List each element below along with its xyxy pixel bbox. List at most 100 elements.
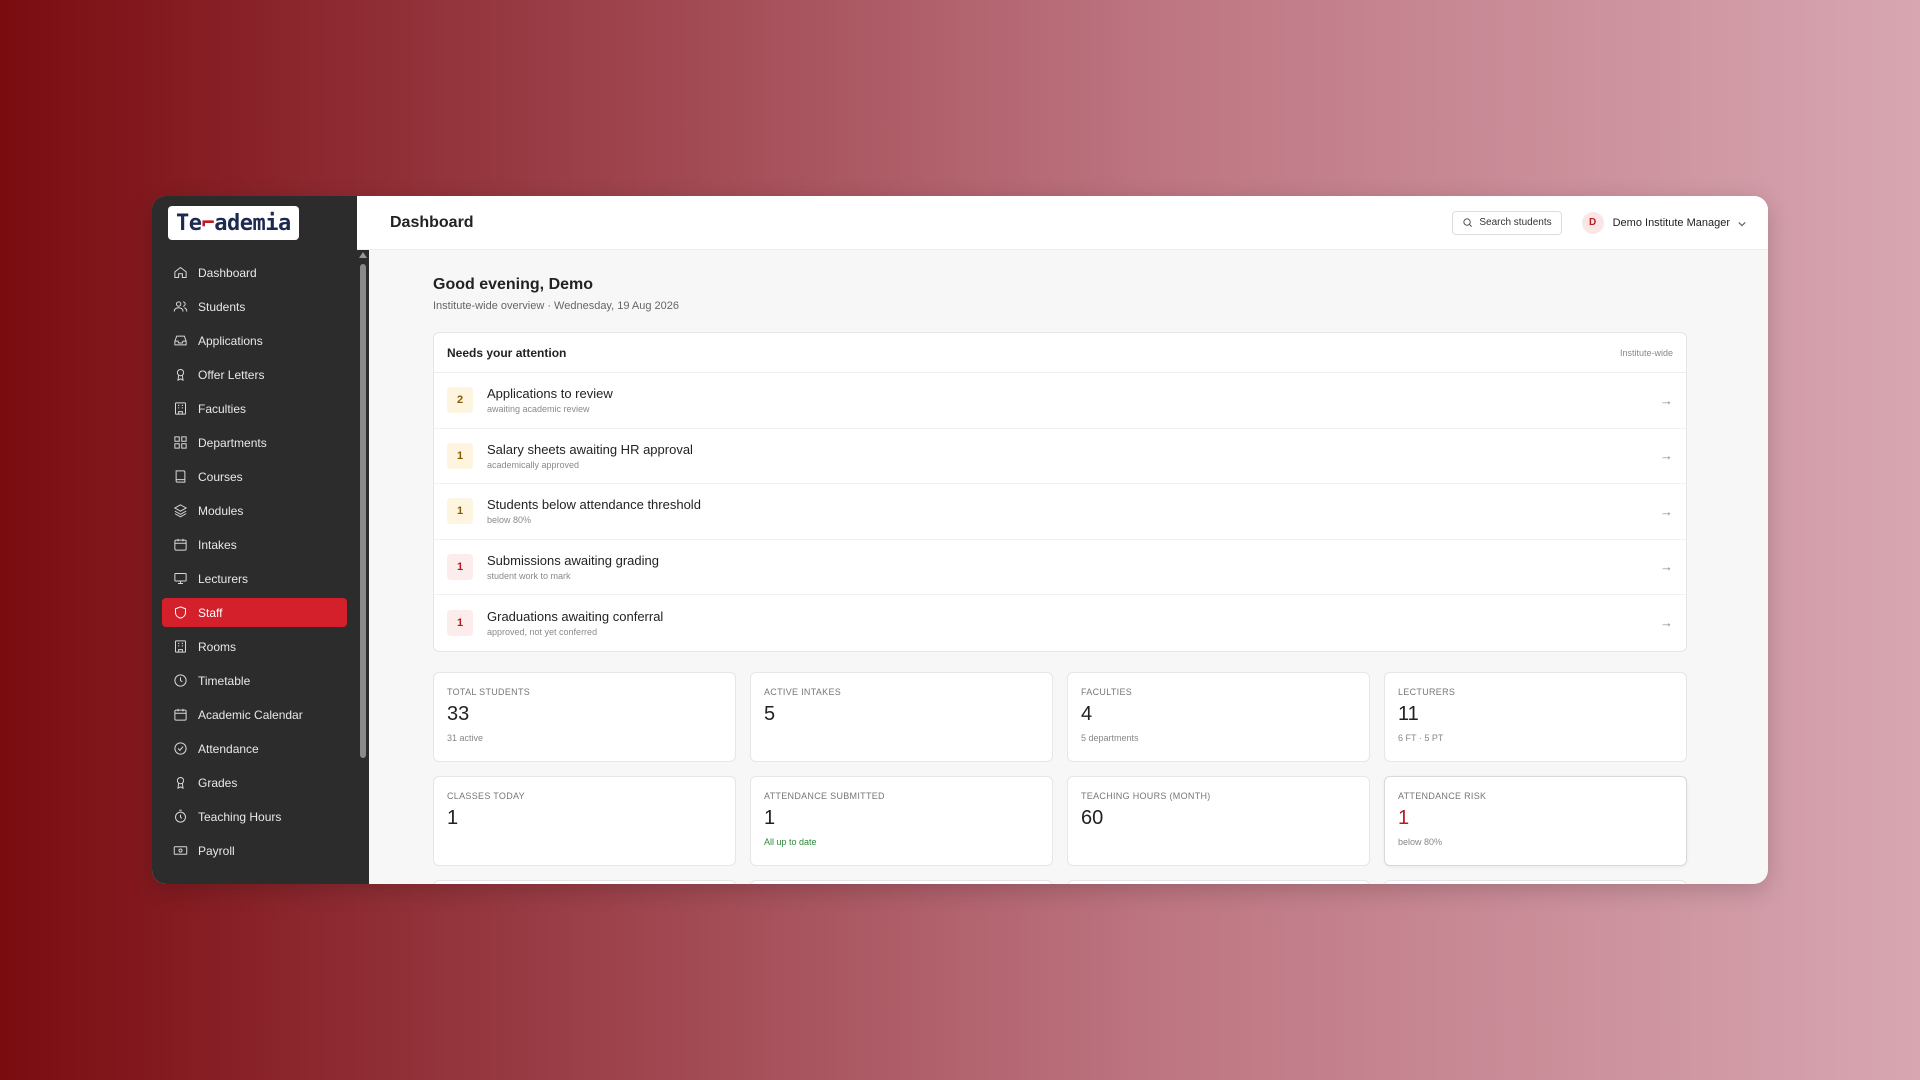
attention-text: Applications to review awaiting academic … — [487, 386, 1660, 414]
logo-text-end: ademia — [214, 210, 291, 236]
attention-item[interactable]: 1 Students below attendance threshold belo… — [434, 484, 1686, 540]
stat-value: 1 — [447, 806, 459, 829]
sidebar-item-courses[interactable]: Courses — [162, 462, 347, 491]
sidebar-item-academic-calendar[interactable]: Academic Calendar — [162, 700, 347, 729]
sidebar-item-label: Teaching Hours — [198, 809, 282, 824]
attention-label: Salary sheets awaiting HR approval — [487, 441, 693, 457]
sidebar-item-timetable[interactable]: Timetable — [162, 666, 347, 695]
sidebar-item-teaching-hours[interactable]: Teaching Hours — [162, 802, 347, 831]
count-badge: 2 — [447, 387, 473, 414]
attention-sublabel: awaiting academic review — [487, 404, 590, 415]
sidebar-item-label: Intakes — [198, 537, 237, 552]
award-icon — [172, 367, 188, 383]
sidebar-item-departments[interactable]: Departments — [162, 428, 347, 457]
attention-item[interactable]: 1 Submissions awaiting grading student wor… — [434, 540, 1686, 595]
arrow-right-icon[interactable]: → — [1660, 393, 1673, 408]
attention-item[interactable]: 1 Salary sheets awaiting HR approval acade… — [434, 429, 1686, 484]
sidebar-item-modules[interactable]: Modules — [162, 496, 347, 525]
stat-card-lecturers[interactable]: LECTURERS 11 6 FT · 5 PT — [1384, 671, 1687, 762]
app-logo[interactable]: Te ⌐ ademia — [168, 206, 299, 240]
sidebar-item-label: Attendance — [198, 741, 259, 756]
cash-icon — [172, 843, 188, 859]
sidebar-item-payroll[interactable]: Payroll — [162, 836, 347, 865]
stat-value: 4 — [1081, 702, 1093, 725]
sidebar-item-applications[interactable]: Applications — [162, 326, 347, 355]
sidebar-item-students[interactable]: Students — [162, 292, 347, 321]
stat-label: CLASSES TODAY — [447, 790, 525, 801]
attention-header: Needs your attention Institute-wide — [434, 333, 1686, 373]
sidebar-item-label: Grades — [198, 775, 238, 790]
sidebar-item-lecturers[interactable]: Lecturers — [162, 564, 347, 593]
dashboard-content: Good evening, Demo Institute-wide overvi… — [357, 250, 1768, 884]
arrow-right-icon[interactable]: → — [1660, 615, 1673, 630]
sidebar-item-attendance[interactable]: Attendance — [162, 734, 347, 763]
stat-value: 11 — [1398, 702, 1419, 725]
shield-icon — [172, 605, 188, 621]
home-icon — [172, 265, 188, 281]
sidebar-item-faculties[interactable]: Faculties — [162, 394, 347, 423]
stat-card-total-students[interactable]: TOTAL STUDENTS 33 31 active — [433, 671, 736, 762]
stat-label: ATTENDANCE SUBMITTED — [764, 790, 885, 801]
attention-sublabel: student work to mark — [487, 570, 571, 581]
main-area: Dashboard Search students D Demo Institu… — [357, 196, 1768, 884]
stat-card-active-intakes[interactable]: ACTIVE INTAKES 5 — [750, 671, 1053, 762]
stat-sublabel: 31 active — [447, 732, 484, 743]
sidebar-item-label: Courses — [198, 469, 243, 484]
more-cards-row — [433, 879, 1698, 884]
stat-card-classes-today[interactable]: CLASSES TODAY 1 — [433, 775, 736, 866]
grid-icon — [172, 435, 188, 451]
stat-value: 60 — [1081, 806, 1104, 829]
attention-text: Submissions awaiting grading student work… — [487, 553, 1660, 581]
overview-subtitle: Institute-wide overview · Wednesday, 19 … — [433, 300, 680, 312]
sidebar-item-label: Dashboard — [198, 265, 257, 280]
topbar: Dashboard Search students D Demo Institu… — [357, 196, 1768, 250]
sidebar-item-grades[interactable]: Grades — [162, 768, 347, 797]
sidebar-item-rooms[interactable]: Rooms — [162, 632, 347, 661]
sidebar-item-offer-letters[interactable]: Offer Letters — [162, 360, 347, 389]
layers-icon — [172, 503, 188, 519]
stat-label: LECTURERS — [1398, 686, 1456, 697]
arrow-right-icon[interactable]: → — [1660, 504, 1673, 519]
sidebar-nav: Dashboard Students Applications Offer Lette… — [152, 250, 357, 865]
logo-mark-icon: ⌐ — [201, 210, 215, 236]
stat-card-partial — [1384, 879, 1687, 884]
stat-value: 1 — [764, 806, 776, 829]
stat-card-attendance-risk[interactable]: ATTENDANCE RISK 1 below 80% — [1384, 775, 1687, 866]
users-icon — [172, 299, 188, 315]
stat-card-faculties[interactable]: FACULTIES 4 5 departments — [1067, 671, 1370, 762]
search-icon — [1463, 218, 1473, 227]
avatar: D — [1581, 211, 1604, 234]
sidebar-item-staff[interactable]: Staff — [162, 598, 347, 627]
stat-label: TOTAL STUDENTS — [447, 686, 531, 697]
arrow-right-icon[interactable]: → — [1660, 559, 1673, 574]
award-icon — [172, 775, 188, 791]
sidebar-item-label: Offer Letters — [198, 367, 265, 382]
arrow-right-icon[interactable]: → — [1660, 448, 1673, 463]
stats-grid: TOTAL STUDENTS 33 31 active ACTIVE INTAKES 5… — [433, 671, 1698, 866]
sidebar-item-intakes[interactable]: Intakes — [162, 530, 347, 559]
sidebar-item-label: Lecturers — [198, 571, 249, 586]
stat-sublabel: All up to date — [764, 836, 817, 847]
attention-item[interactable]: 2 Applications to review awaiting academic… — [434, 373, 1686, 429]
count-badge: 1 — [447, 442, 473, 469]
stat-card-partial — [750, 879, 1053, 884]
attention-item[interactable]: 1 Graduations awaiting conferral approved,… — [434, 595, 1686, 651]
building-icon — [172, 639, 188, 655]
book-icon — [172, 469, 188, 485]
sidebar-item-label: Applications — [198, 333, 263, 348]
greeting: Good evening, Demo — [433, 276, 594, 293]
stat-card-attendance-submitted[interactable]: ATTENDANCE SUBMITTED 1 All up to date — [750, 775, 1053, 866]
attention-label: Students below attendance threshold — [487, 497, 701, 513]
timer-icon — [172, 809, 188, 825]
search-students-button[interactable]: Search students — [1452, 210, 1562, 235]
attention-text: Graduations awaiting conferral approved, … — [487, 609, 1660, 637]
building-icon — [172, 401, 188, 417]
stat-label: TEACHING HOURS (MONTH) — [1081, 790, 1211, 801]
stat-card-teaching-hours-month[interactable]: TEACHING HOURS (MONTH) 60 — [1067, 775, 1370, 866]
user-menu[interactable]: D Demo Institute Manager — [1581, 211, 1746, 234]
count-badge: 1 — [447, 553, 473, 580]
stat-sublabel: 6 FT · 5 PT — [1398, 732, 1444, 743]
attention-scope: Institute-wide — [1619, 347, 1673, 358]
sidebar-item-label: Timetable — [198, 673, 251, 688]
sidebar-item-dashboard[interactable]: Dashboard — [162, 258, 347, 287]
